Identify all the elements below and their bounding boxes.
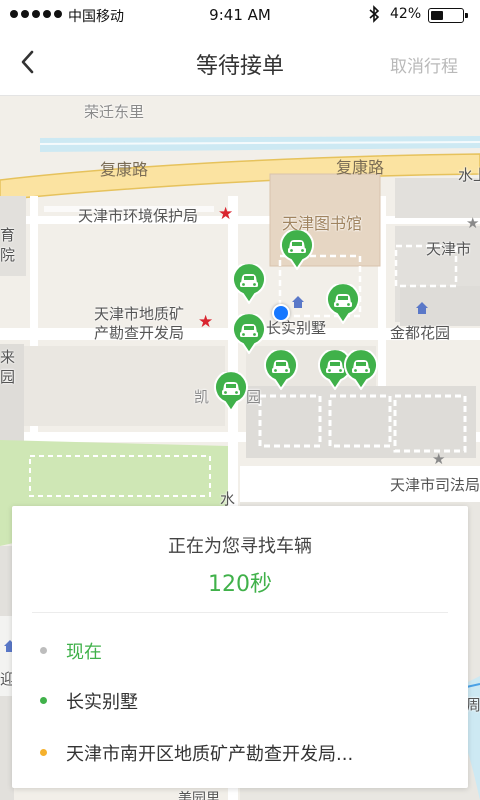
navigation-bar: 等待接单 取消行程: [0, 30, 480, 96]
poi-home-icon: [416, 302, 428, 314]
battery-percent: 42%: [390, 6, 422, 22]
road-label-fukang-2: 复康路: [336, 158, 385, 177]
gray-dot-icon: [40, 647, 47, 654]
map-label-yuan: 园: [246, 388, 262, 406]
poi-star-icon: ★: [432, 450, 446, 468]
search-timer: 120秒: [208, 572, 272, 597]
map-label-zhou: 周: [466, 696, 480, 714]
car-pin-icon: [264, 348, 298, 391]
map-label-geo-2: 产勘查开发局: [94, 324, 185, 342]
map-label-judicial: 天津市司法局: [390, 476, 480, 494]
map-label-shui: 水上: [458, 166, 480, 184]
map-label-yu: 育: [0, 226, 16, 244]
map-label-geo-1: 天津市地质矿: [94, 305, 185, 323]
car-pin-icon: [232, 262, 266, 305]
battery-icon: [428, 8, 468, 23]
divider: [32, 612, 448, 613]
map-label-jindu: 金都花园: [390, 324, 451, 342]
cancel-trip-button[interactable]: 取消行程: [390, 52, 458, 77]
road-label-fukang-1: 复康路: [100, 160, 149, 179]
poi-star-icon: ★: [466, 214, 480, 232]
trip-time-row: 现在: [12, 636, 468, 666]
map-label-env-bureau: 天津市环境保护局: [78, 207, 199, 225]
destination-row: 天津市南开区地质矿产勘查开发局...: [12, 738, 468, 768]
bluetooth-icon: [368, 5, 380, 27]
car-pin-icon: [344, 348, 378, 391]
car-pin-icon: [280, 228, 314, 271]
orange-dot-icon: [40, 749, 47, 756]
destination-location: 天津市南开区地质矿产勘查开发局...: [66, 744, 354, 765]
map-label-yuan-left: 院: [0, 246, 16, 264]
pickup-location: 长实别墅: [66, 692, 138, 713]
pickup-row: 长实别墅: [12, 686, 468, 716]
status-bar: 中国移动 9:41 AM 42%: [0, 0, 480, 30]
car-pin-icon: [214, 370, 248, 413]
user-location-marker: [272, 304, 290, 322]
trip-time: 现在: [66, 642, 102, 663]
map-label-yuan-left2: 园: [0, 368, 16, 386]
map-label-rongqian: 荣迁东里: [84, 103, 145, 121]
green-dot-icon: [40, 697, 47, 704]
poi-home-icon: [292, 296, 304, 308]
poi-star-icon: ★: [198, 312, 214, 332]
search-status-card: 正在为您寻找车辆 120秒 现在 长实别墅 天津市南开区地质矿产勘查开发局...: [12, 506, 468, 788]
car-pin-icon: [326, 282, 360, 325]
poi-star-icon: ★: [218, 204, 234, 224]
map-label-lai: 来: [0, 348, 16, 366]
map-label-meiyuan: 美园里: [178, 791, 220, 800]
map-label-kaiyuan: 凯: [194, 388, 210, 406]
map-label-tianjin-city: 天津市: [426, 240, 472, 258]
car-pin-icon: [232, 312, 266, 355]
search-status-title: 正在为您寻找车辆: [168, 536, 312, 557]
